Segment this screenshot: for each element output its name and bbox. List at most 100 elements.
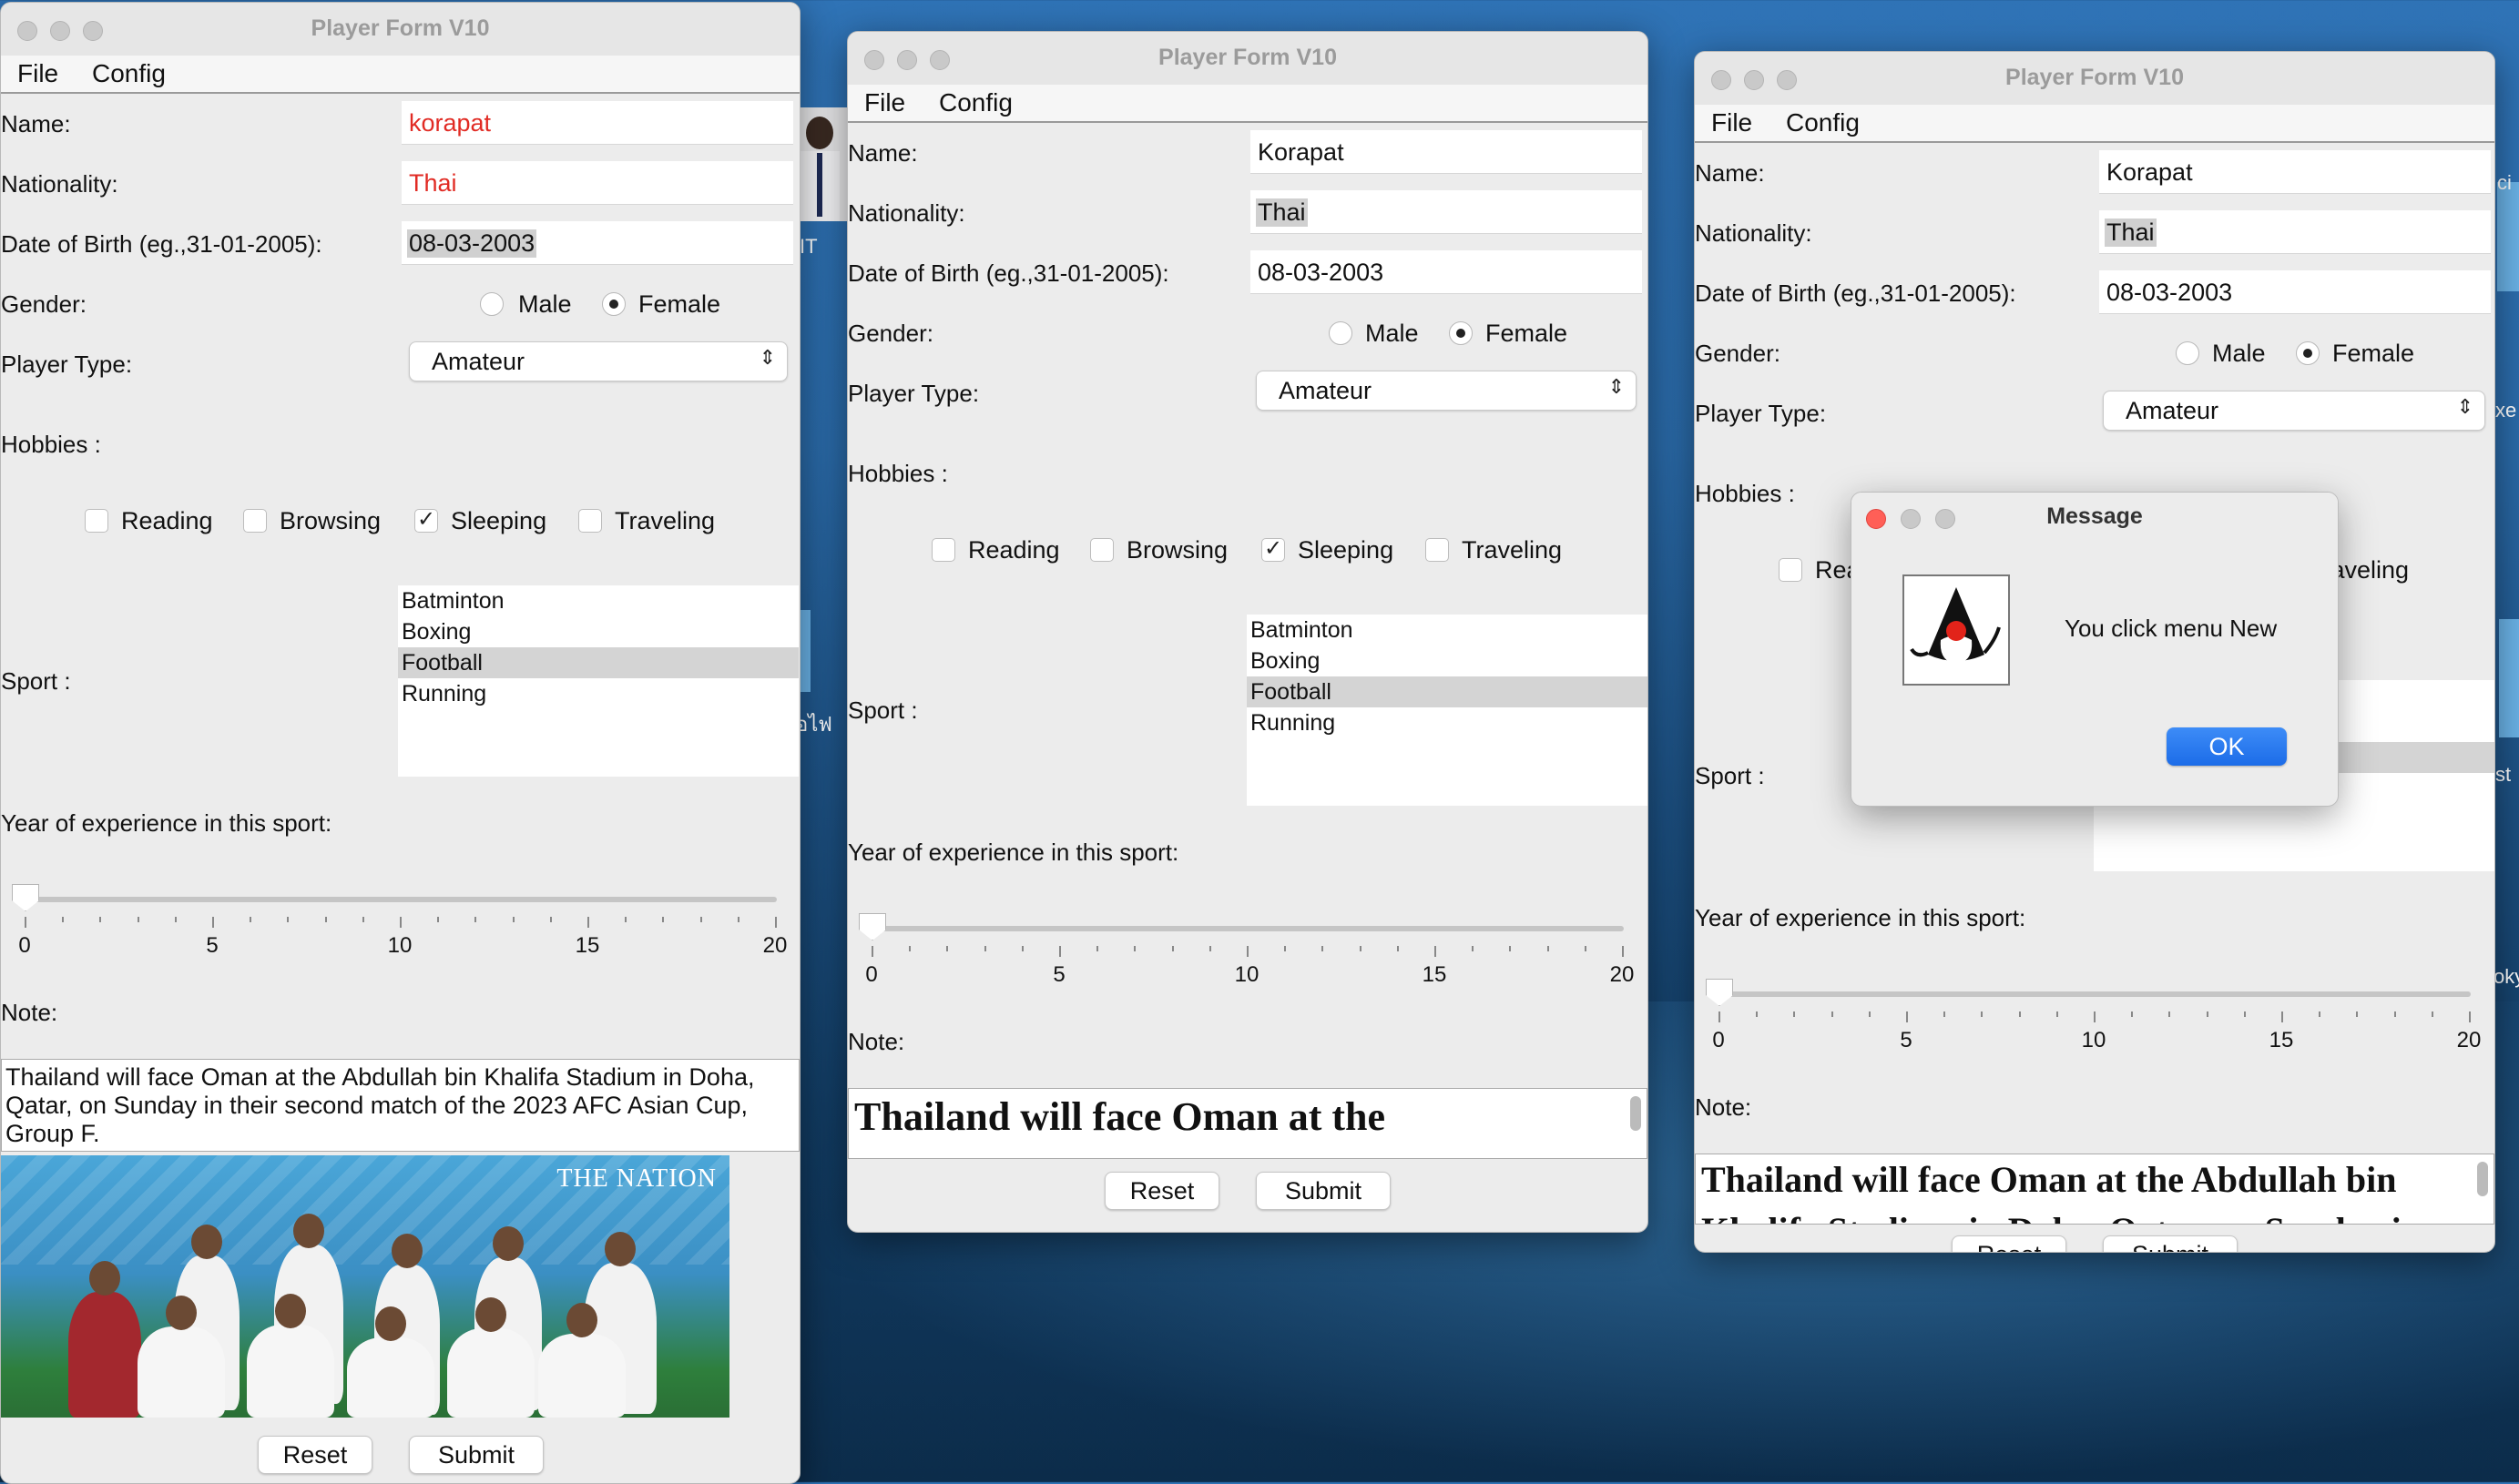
window-title: Player Form V10: [2005, 65, 2184, 90]
hobby-traveling-checkbox[interactable]: [578, 509, 602, 533]
submit-button[interactable]: Submit: [2103, 1235, 2238, 1252]
menu-file[interactable]: File: [864, 88, 905, 117]
background-text: ci: [2497, 171, 2512, 194]
gender-male-radio[interactable]: [480, 292, 504, 316]
dialog-title: Message: [2046, 503, 2143, 529]
menu-file[interactable]: File: [17, 59, 58, 88]
hobby-traveling-checkbox[interactable]: [1425, 538, 1449, 562]
player-type-select[interactable]: Amateur ⇕: [1256, 371, 1637, 411]
team-photo: THE NATION: [1, 1155, 729, 1418]
player-type-select[interactable]: Amateur ⇕: [409, 341, 788, 381]
dob-value: 08-03-2003: [407, 229, 537, 258]
player-type-select[interactable]: Amateur ⇕: [2103, 391, 2485, 431]
sport-option-running[interactable]: Running: [398, 678, 799, 709]
gender-female-radio[interactable]: [602, 292, 626, 316]
window-titlebar[interactable]: Player Form V10: [1, 3, 800, 56]
tick-label: 15: [1422, 962, 1447, 987]
menu-config[interactable]: Config: [92, 59, 166, 88]
gender-male-label: Male: [1365, 320, 1419, 347]
dialog-titlebar[interactable]: Message: [1851, 493, 2338, 544]
sport-option-boxing[interactable]: Boxing: [398, 616, 799, 647]
submit-button[interactable]: Submit: [409, 1436, 544, 1474]
hobby-reading-checkbox[interactable]: [932, 538, 955, 562]
hobby-sleeping-checkbox[interactable]: ✓: [1261, 538, 1285, 562]
gender-female-radio[interactable]: [2296, 341, 2320, 365]
hobby-browsing-checkbox[interactable]: [1090, 538, 1114, 562]
name-field[interactable]: Korapat: [2099, 150, 2491, 194]
sport-option-football[interactable]: Football: [398, 647, 799, 678]
hobby-browsing-label: Browsing: [280, 507, 382, 534]
name-value: Korapat: [1258, 138, 1344, 166]
experience-slider[interactable]: [19, 897, 777, 902]
sport-option-football[interactable]: Football: [1247, 676, 1647, 707]
window-titlebar[interactable]: Player Form V10: [1695, 52, 2494, 105]
slider-ticks: 0 5 10 15 20: [865, 946, 1634, 991]
reset-button[interactable]: Reset: [1952, 1235, 2066, 1252]
gender-label: Gender:: [1695, 340, 1780, 367]
sport-option-running[interactable]: Running: [1247, 707, 1647, 738]
gender-male-radio[interactable]: [1329, 321, 1352, 345]
menu-bar: File Config: [1695, 105, 2494, 143]
background-text: IT: [800, 235, 818, 258]
sport-option-batminton[interactable]: Batminton: [398, 585, 799, 616]
sport-list[interactable]: Batminton Boxing Football Running: [1247, 615, 1647, 806]
sport-list[interactable]: Batminton Boxing Football Running: [398, 585, 799, 777]
reset-button[interactable]: Reset: [1105, 1172, 1219, 1210]
nationality-field[interactable]: Thai: [402, 161, 793, 205]
note-textarea[interactable]: Thailand will face Oman at the Abdullah …: [1695, 1154, 2494, 1225]
experience-slider-knob[interactable]: [12, 884, 39, 911]
nationality-value: Thai: [1256, 198, 1308, 227]
experience-slider[interactable]: [1713, 991, 2471, 997]
menu-bar: File Config: [1, 56, 800, 94]
hobby-browsing-checkbox[interactable]: [243, 509, 267, 533]
nationality-label: Nationality:: [1695, 219, 1812, 247]
name-field[interactable]: korapat: [402, 101, 793, 145]
hobby-reading-checkbox[interactable]: [1779, 558, 1802, 582]
dob-field[interactable]: 08-03-2003: [1250, 250, 1642, 294]
name-field[interactable]: Korapat: [1250, 130, 1642, 174]
note-textarea[interactable]: Thailand will face Oman at the Abdullah …: [1, 1059, 800, 1152]
tick-label: 20: [762, 933, 788, 958]
note-text: Thailand will face Oman at the Abdullah …: [5, 1063, 755, 1147]
player-type-value: Amateur: [432, 348, 525, 375]
player-type-value: Amateur: [2126, 397, 2219, 424]
note-label: Note:: [1695, 1093, 1752, 1121]
window-title: Player Form V10: [1158, 45, 1337, 70]
note-scrollbar[interactable]: [1630, 1096, 1641, 1131]
window-titlebar[interactable]: Player Form V10: [848, 32, 1647, 85]
reset-button[interactable]: Reset: [258, 1436, 372, 1474]
note-textarea[interactable]: Thailand will face Oman at the Abdullah …: [848, 1088, 1647, 1159]
menu-config[interactable]: Config: [1786, 108, 1860, 137]
sport-option-batminton[interactable]: Batminton: [1247, 615, 1647, 645]
note-label: Note:: [848, 1028, 905, 1055]
hobby-reading-checkbox[interactable]: [85, 509, 108, 533]
ok-button[interactable]: OK: [2167, 727, 2287, 766]
menu-config[interactable]: Config: [939, 88, 1013, 117]
tick-label: 10: [2081, 1028, 2106, 1052]
gender-female-label: Female: [1485, 320, 1568, 347]
background-text: oky: [2494, 965, 2519, 988]
experience-slider-knob[interactable]: [1706, 979, 1733, 1006]
experience-slider-knob[interactable]: [859, 913, 886, 940]
gender-female-radio[interactable]: [1449, 321, 1473, 345]
nationality-field[interactable]: Thai: [1250, 190, 1642, 234]
dialog-message: You click menu New: [2065, 615, 2278, 642]
experience-slider[interactable]: [866, 926, 1624, 931]
dob-field[interactable]: 08-03-2003: [2099, 270, 2491, 314]
player-form-window-1: Player Form V10 File Config Name: korapa…: [0, 2, 801, 1484]
menu-file[interactable]: File: [1711, 108, 1752, 137]
submit-button[interactable]: Submit: [1256, 1172, 1391, 1210]
note-scrollbar[interactable]: [2477, 1162, 2488, 1196]
hobby-sleeping-checkbox[interactable]: ✓: [414, 509, 438, 533]
hobby-sleeping-label: Sleeping: [1298, 536, 1394, 564]
hobbies-label: Hobbies :: [848, 460, 948, 487]
background-text: xe: [2495, 399, 2517, 422]
gender-male-radio[interactable]: [2176, 341, 2199, 365]
nationality-field[interactable]: Thai: [2099, 210, 2491, 254]
note-text-line-partial: Abdullah bin Khalifa Stadium in Doh: [849, 1145, 1647, 1158]
hobbies-label: Hobbies :: [1, 431, 101, 458]
sport-option-boxing[interactable]: Boxing: [1247, 645, 1647, 676]
experience-label: Year of experience in this sport:: [1, 809, 332, 837]
tick-label: 20: [2456, 1028, 2482, 1052]
dob-field[interactable]: 08-03-2003: [402, 221, 793, 265]
